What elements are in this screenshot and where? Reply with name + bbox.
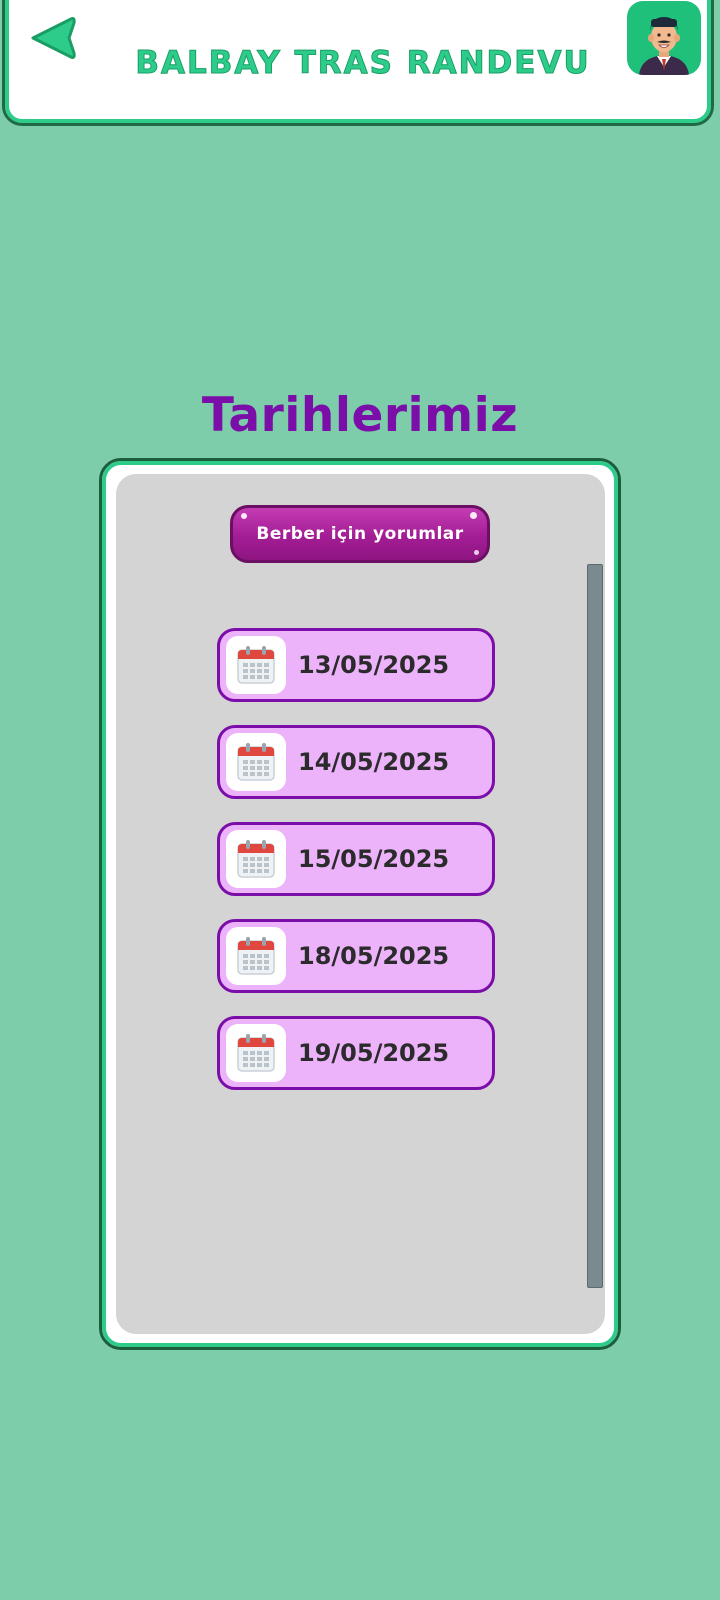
date-item[interactable]: 13/05/2025 bbox=[217, 628, 495, 702]
calendar-icon bbox=[226, 636, 286, 694]
calendar-icon bbox=[226, 1024, 286, 1082]
button-shine bbox=[241, 513, 247, 519]
date-label: 14/05/2025 bbox=[298, 748, 450, 776]
barber-avatar-icon bbox=[639, 17, 689, 75]
button-shine bbox=[474, 550, 479, 555]
date-label: 13/05/2025 bbox=[298, 651, 450, 679]
barber-comments-label: Berber için yorumlar bbox=[256, 524, 464, 544]
date-label: 18/05/2025 bbox=[298, 942, 450, 970]
app-header: BALBAY TRAS RANDEVU bbox=[2, 0, 714, 126]
calendar-icon bbox=[226, 927, 286, 985]
barber-comments-button[interactable]: Berber için yorumlar bbox=[230, 505, 490, 563]
date-list: 13/05/2025 14/05/2025 15/05/2025 18/05/2… bbox=[217, 628, 495, 1113]
date-label: 19/05/2025 bbox=[298, 1039, 450, 1067]
date-item[interactable]: 15/05/2025 bbox=[217, 822, 495, 896]
app-title: BALBAY TRAS RANDEVU bbox=[135, 45, 591, 82]
button-shine bbox=[470, 512, 477, 519]
scrollbar[interactable] bbox=[587, 564, 603, 1288]
date-item[interactable]: 19/05/2025 bbox=[217, 1016, 495, 1090]
calendar-icon bbox=[226, 733, 286, 791]
date-label: 15/05/2025 bbox=[298, 845, 450, 873]
date-item[interactable]: 18/05/2025 bbox=[217, 919, 495, 993]
calendar-icon bbox=[226, 830, 286, 888]
date-item[interactable]: 14/05/2025 bbox=[217, 725, 495, 799]
section-title: Tarihlerimiz bbox=[201, 388, 519, 443]
profile-avatar-button[interactable] bbox=[627, 1, 701, 75]
